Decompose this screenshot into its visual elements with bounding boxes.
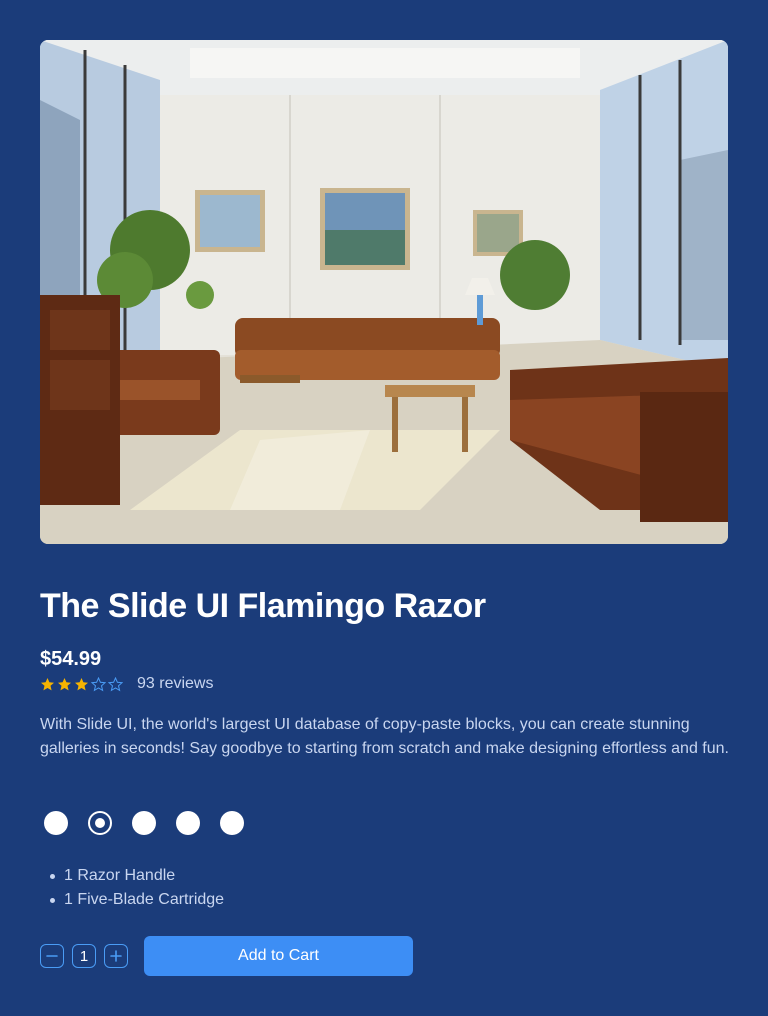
color-swatch-1[interactable] [44, 811, 68, 835]
product-title: The Slide UI Flamingo Razor [40, 587, 486, 625]
feature-item: 1 Razor Handle [50, 864, 224, 888]
color-swatch-group [44, 811, 244, 835]
product-price: $54.99 [40, 648, 102, 670]
color-swatch-3[interactable] [132, 811, 156, 835]
quantity-stepper: 1 [40, 944, 128, 968]
product-rating: 93 reviews [40, 674, 213, 694]
plus-icon [110, 950, 122, 962]
decrease-quantity-button[interactable] [40, 944, 64, 968]
star-filled-icon [41, 677, 54, 690]
quantity-value[interactable]: 1 [72, 944, 96, 968]
star-filled-icon [58, 677, 71, 690]
minus-icon [46, 955, 58, 957]
product-description: With Slide UI, the world's largest UI da… [40, 716, 729, 757]
product-image [40, 40, 728, 544]
star-filled-icon [75, 677, 88, 690]
feature-item: 1 Five-Blade Cartridge [50, 888, 224, 912]
star-empty-icon [91, 676, 106, 691]
color-swatch-5[interactable] [220, 811, 244, 835]
add-to-cart-button[interactable]: Add to Cart [144, 936, 413, 976]
color-swatch-4[interactable] [176, 811, 200, 835]
reviews-count[interactable]: 93 reviews [137, 675, 213, 693]
star-rating [40, 676, 123, 692]
color-swatch-2[interactable] [88, 811, 112, 835]
increase-quantity-button[interactable] [104, 944, 128, 968]
feature-list: 1 Razor Handle 1 Five-Blade Cartridge [50, 864, 224, 912]
star-empty-icon [108, 676, 123, 691]
